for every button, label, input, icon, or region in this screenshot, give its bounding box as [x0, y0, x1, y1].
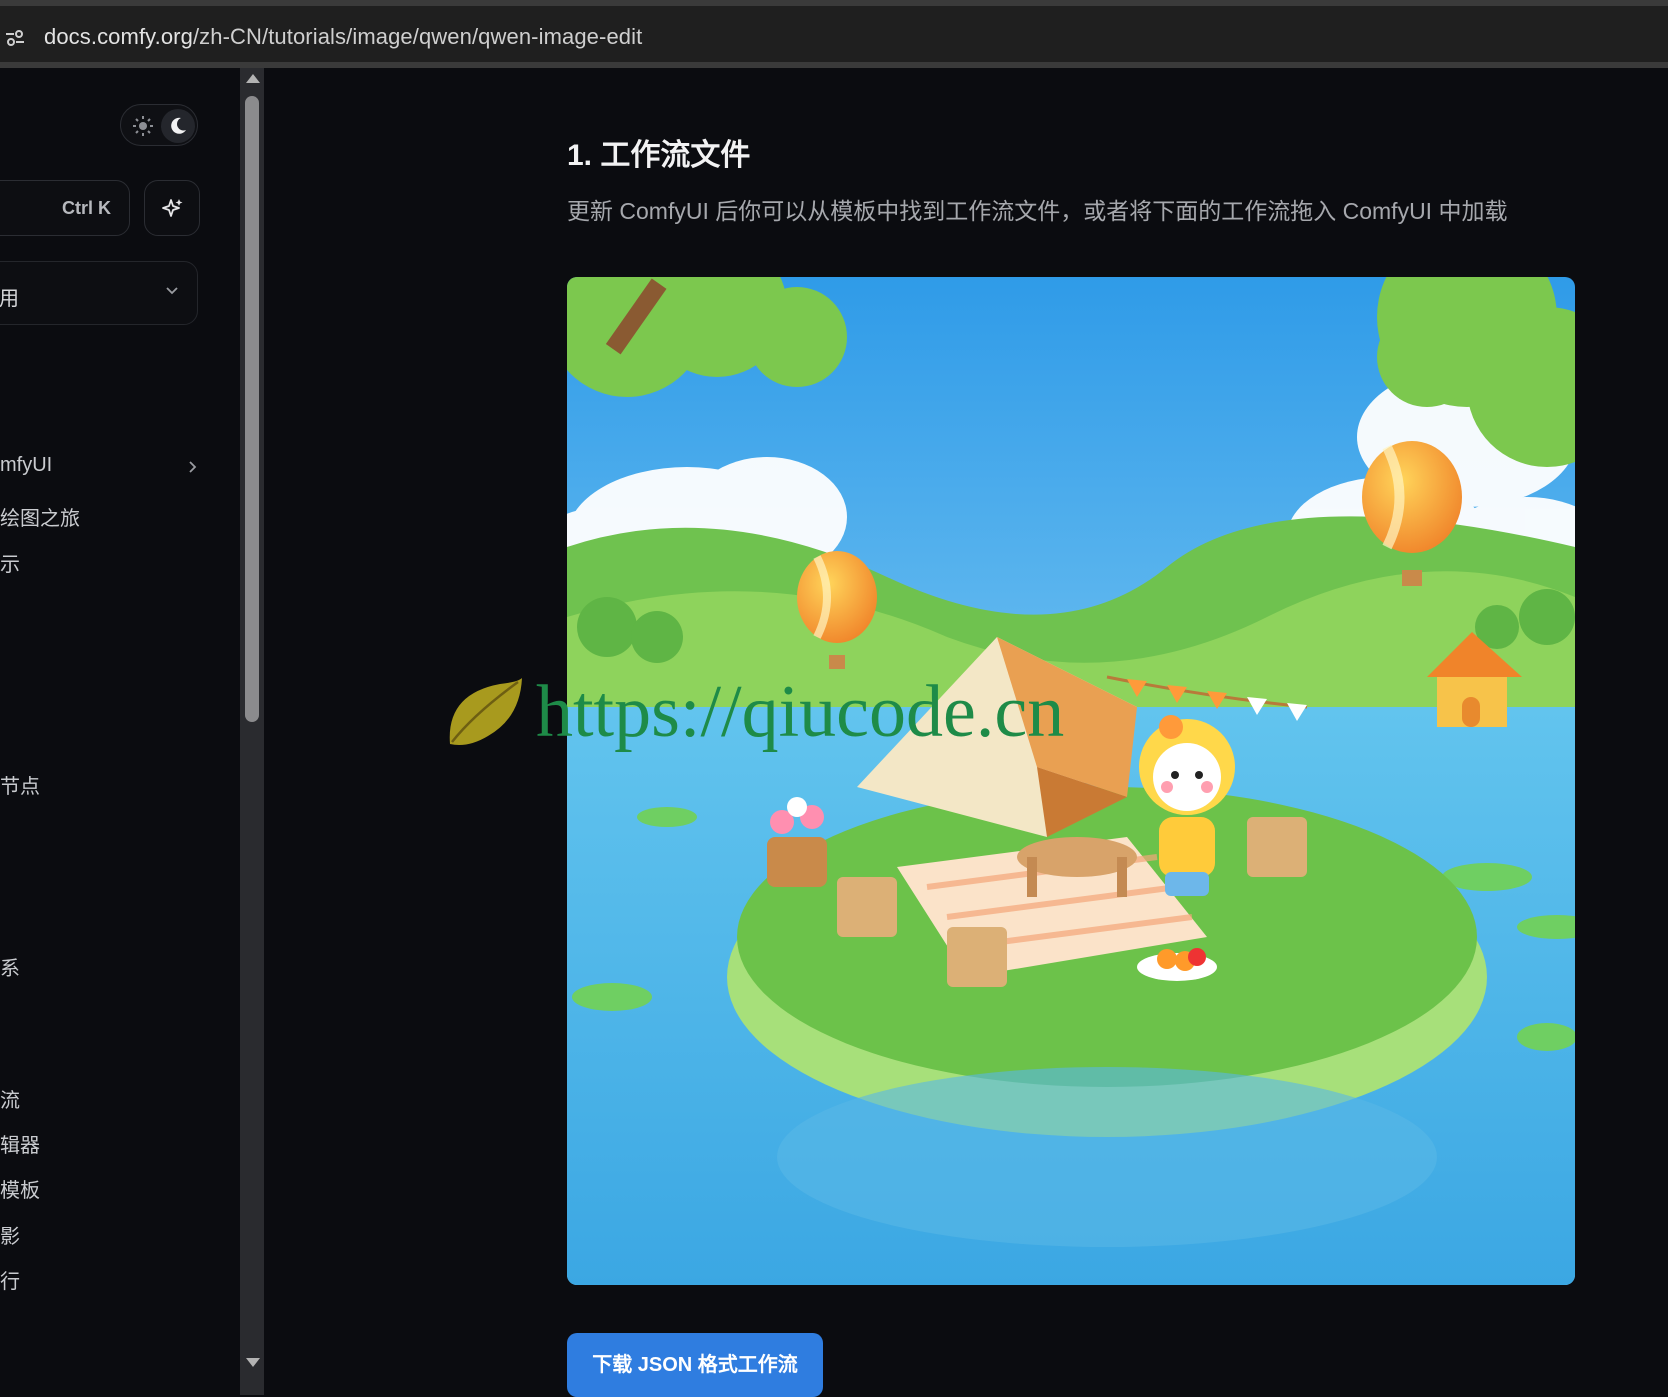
version-select[interactable]: 用 — [0, 261, 198, 325]
ai-assistant-button[interactable] — [144, 180, 200, 236]
workflow-example-image — [567, 277, 1575, 1285]
sidebar-scrollbar[interactable] — [240, 68, 264, 1395]
section-heading: 1. 工作流文件 — [567, 139, 751, 172]
url-text[interactable]: docs.comfy.org/zh-CN/tutorials/image/qwe… — [44, 24, 642, 50]
section-description: 更新 ComfyUI 后你可以从模板中找到工作流文件，或者将下面的工作流拖入 C… — [567, 198, 1508, 224]
sidebar-item-drawing-journey[interactable]: 绘图之旅 — [0, 502, 80, 531]
theme-toggle[interactable] — [120, 104, 198, 146]
chevron-right-icon[interactable] — [188, 460, 198, 474]
sidebar-item-nodes[interactable]: 节点 — [0, 770, 40, 799]
watermark: https://qiucode.cn — [444, 668, 1144, 760]
search-shortcut: Ctrl K — [62, 198, 111, 218]
url-domain: docs.comfy.org — [44, 24, 193, 49]
sidebar-item-6[interactable]: 流 — [0, 1084, 20, 1113]
sidebar-item-9[interactable]: 影 — [0, 1220, 20, 1249]
sun-icon[interactable] — [131, 114, 155, 138]
sparkle-icon — [162, 199, 183, 217]
chevron-down-icon — [166, 287, 178, 295]
download-json-workflow-button[interactable]: 下载 JSON 格式工作流 — [567, 1333, 823, 1397]
browser-address-bar[interactable]: docs.comfy.org/zh-CN/tutorials/image/qwe… — [0, 0, 1668, 68]
watermark-text: https://qiucode.cn — [536, 671, 1065, 753]
scroll-up-arrow[interactable] — [246, 74, 260, 83]
sidebar-item-5[interactable]: 系 — [0, 952, 20, 981]
url-path: /zh-CN/tutorials/image/qwen/qwen-image-e… — [192, 24, 643, 49]
picnic-island-illustration — [567, 277, 1575, 1285]
sidebar-item-editor[interactable]: 辑器 — [0, 1129, 40, 1158]
scroll-down-arrow[interactable] — [246, 1358, 260, 1367]
moon-button[interactable] — [161, 109, 195, 143]
sidebar: Ctrl K 用 mfyUI 绘图之旅 示 节点 系 流 辑器 模板 影 行 — [0, 68, 240, 1395]
leaf-icon — [449, 678, 522, 745]
search-input[interactable]: Ctrl K — [0, 180, 130, 236]
sidebar-item-10[interactable]: 行 — [0, 1265, 20, 1294]
version-select-label: 用 — [0, 288, 19, 310]
site-settings-icon[interactable] — [4, 27, 26, 49]
sidebar-item-comfyui[interactable]: mfyUI — [0, 454, 52, 477]
scroll-thumb[interactable] — [245, 96, 259, 722]
sidebar-item-templates[interactable]: 模板 — [0, 1174, 40, 1203]
sidebar-item-3[interactable]: 示 — [0, 548, 20, 577]
moon-icon — [171, 117, 186, 134]
